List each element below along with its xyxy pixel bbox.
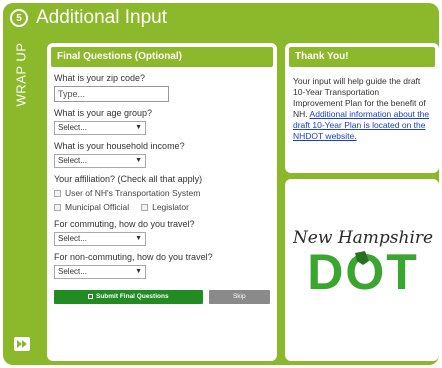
municipal-official-checkbox[interactable] <box>54 204 61 211</box>
age-group-select[interactable]: Select... ▼ <box>54 121 146 135</box>
page-title: Additional Input <box>36 7 167 28</box>
affiliation-municipal-option[interactable]: Municipal Official <box>54 202 129 213</box>
brand-mark-icon <box>14 337 30 351</box>
affiliation-transport-user-option[interactable]: User of NH's Transportation System <box>54 188 200 199</box>
legislator-checkbox[interactable] <box>141 204 149 211</box>
nhdot-info-link[interactable]: Additional information about the draft 1… <box>293 109 429 141</box>
commute-travel-value: Select... <box>58 234 87 243</box>
final-questions-heading: Final Questions (Optional) <box>51 47 273 67</box>
app-frame: 5 Additional Input WRAP UP Final Questio… <box>3 3 439 365</box>
transport-user-label: User of NH's Transportation System <box>65 188 201 198</box>
submit-icon <box>87 293 93 299</box>
household-income-select[interactable]: Select... ▼ <box>54 154 146 168</box>
noncommute-travel-select[interactable]: Select... ▼ <box>54 265 146 279</box>
affiliation-row-1: User of NH's Transportation System <box>54 188 270 199</box>
age-group-value: Select... <box>58 123 87 132</box>
thank-you-panel: Thank You! Your input will help guide th… <box>285 43 439 173</box>
final-questions-form: What is your zip code? What is your age … <box>51 67 273 304</box>
commute-label: For commuting, how do you travel? <box>54 219 195 229</box>
legislator-label: Legislator <box>152 202 189 212</box>
step-number-badge: 5 <box>10 9 28 27</box>
form-actions: Submit Final Questions Skip <box>54 290 270 304</box>
affiliation-row-2: Municipal Official Legislator <box>54 202 270 213</box>
step-header: 5 Additional Input <box>3 3 439 33</box>
chevron-down-icon: ▼ <box>135 157 142 164</box>
noncommute-label: For non-commuting, how do you travel? <box>54 252 213 262</box>
income-label: What is your household income? <box>54 141 185 151</box>
commute-travel-select[interactable]: Select... ▼ <box>54 232 146 246</box>
submit-final-questions-button[interactable]: Submit Final Questions <box>54 290 203 304</box>
skip-button[interactable]: Skip <box>208 290 270 304</box>
transport-user-checkbox[interactable] <box>54 190 61 197</box>
affiliation-legislator-option[interactable]: Legislator <box>141 202 189 213</box>
chevron-down-icon: ▼ <box>135 124 142 131</box>
chevron-down-icon: ▼ <box>135 235 142 242</box>
noncommute-travel-value: Select... <box>58 267 87 276</box>
logo-panel: New Hampshire DOT <box>285 179 439 361</box>
zip-label: What is your zip code? <box>54 73 146 83</box>
side-section-text: WRAP UP <box>13 42 29 106</box>
affiliation-label: Your affiliation? (Check all that apply) <box>54 174 203 184</box>
thank-you-message: Your input will help guide the draft 10-… <box>289 67 435 142</box>
final-questions-panel: Final Questions (Optional) What is your … <box>47 43 277 361</box>
submit-label: Submit Final Questions <box>95 293 169 300</box>
zip-code-input[interactable] <box>54 86 169 102</box>
thank-you-heading: Thank You! <box>289 47 435 67</box>
nh-dot-logo: New Hampshire DOT <box>292 221 433 321</box>
chevron-down-icon: ▼ <box>135 268 142 275</box>
age-label: What is your age group? <box>54 108 153 118</box>
municipal-official-label: Municipal Official <box>65 202 130 212</box>
side-section-label: WRAP UP <box>7 39 35 109</box>
household-income-value: Select... <box>58 156 87 165</box>
